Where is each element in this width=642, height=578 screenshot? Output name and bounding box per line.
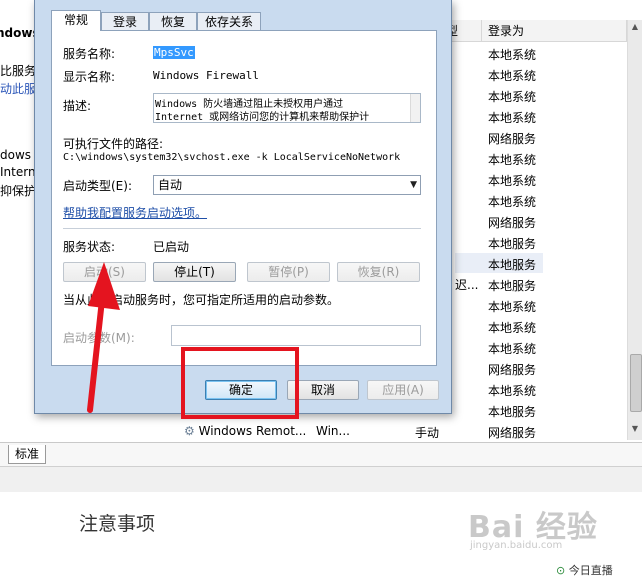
arrow-head-icon [88, 262, 120, 310]
arrow-shaft [87, 297, 105, 413]
red-arrow-annotation [87, 262, 120, 413]
tab-general[interactable]: 常规 [51, 10, 101, 31]
